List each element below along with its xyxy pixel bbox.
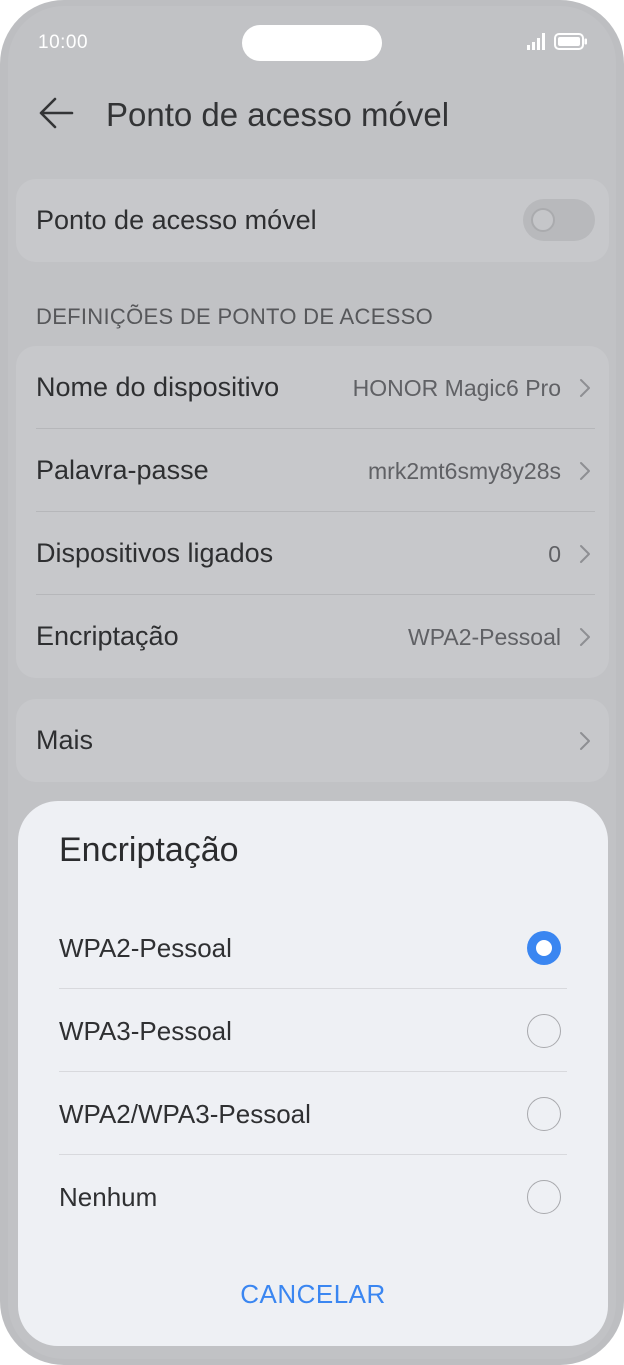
row-value: HONOR Magic6 Pro bbox=[352, 375, 561, 401]
hotspot-toggle-row[interactable]: Ponto de acesso móvel bbox=[16, 179, 609, 262]
more-row[interactable]: Mais bbox=[16, 699, 609, 782]
signal-icon bbox=[527, 33, 545, 50]
row-value: WPA2-Pessoal bbox=[408, 624, 561, 650]
hotspot-toggle[interactable] bbox=[523, 199, 595, 241]
chevron-right-icon bbox=[580, 462, 590, 480]
toggle-knob bbox=[531, 208, 555, 232]
section-title: DEFINIÇÕES DE PONTO DE ACESSO bbox=[36, 304, 434, 329]
option-label: WPA3-Pessoal bbox=[59, 1016, 232, 1046]
option-label: WPA2/WPA3-Pessoal bbox=[59, 1099, 311, 1129]
status-bar: 10:00 bbox=[8, 6, 616, 76]
more-card: Mais bbox=[16, 699, 609, 782]
radio-unselected-icon[interactable] bbox=[527, 1014, 561, 1048]
cancel-button[interactable]: CANCELAR bbox=[18, 1279, 608, 1310]
option-label: WPA2-Pessoal bbox=[59, 933, 232, 963]
chevron-right-icon bbox=[580, 732, 590, 750]
page-title: Ponto de acesso móvel bbox=[106, 96, 450, 133]
row-value: 0 bbox=[548, 541, 561, 567]
hotspot-toggle-card: Ponto de acesso móvel bbox=[16, 179, 609, 262]
encryption-row[interactable]: Encriptação WPA2-Pessoal bbox=[16, 595, 609, 678]
chevron-right-icon bbox=[580, 628, 590, 646]
option-wpa2-wpa3-personal[interactable]: WPA2/WPA3-Pessoal bbox=[18, 1072, 608, 1155]
row-label: Dispositivos ligados bbox=[36, 538, 274, 568]
row-label: Encriptação bbox=[36, 621, 179, 651]
back-arrow-icon[interactable] bbox=[36, 92, 78, 134]
app-header: Ponto de acesso móvel bbox=[8, 76, 616, 156]
radio-unselected-icon[interactable] bbox=[527, 1180, 561, 1214]
row-value: mrk2mt6smy8y28s bbox=[368, 458, 561, 484]
option-wpa3-personal[interactable]: WPA3-Pessoal bbox=[18, 989, 608, 1072]
option-label: Nenhum bbox=[59, 1182, 158, 1212]
row-label: Nome do dispositivo bbox=[36, 372, 280, 402]
status-time: 10:00 bbox=[38, 32, 89, 53]
camera-notch bbox=[242, 25, 382, 61]
settings-card: Nome do dispositivo HONOR Magic6 Pro Pal… bbox=[16, 346, 609, 678]
encryption-dialog: Encriptação WPA2-Pessoal WPA3-Pessoal WP… bbox=[18, 801, 608, 1346]
hotspot-label: Ponto de acesso móvel bbox=[36, 205, 317, 235]
phone-frame: 10:00 Ponto de acesso móvel Ponto de ace… bbox=[0, 0, 624, 1365]
password-row[interactable]: Palavra-passe mrk2mt6smy8y28s bbox=[16, 429, 609, 512]
device-name-row[interactable]: Nome do dispositivo HONOR Magic6 Pro bbox=[16, 346, 609, 429]
option-wpa2-personal[interactable]: WPA2-Pessoal bbox=[18, 906, 608, 989]
radio-selected-icon[interactable] bbox=[527, 931, 561, 965]
radio-unselected-icon[interactable] bbox=[527, 1097, 561, 1131]
chevron-right-icon bbox=[580, 545, 590, 563]
screen: 10:00 Ponto de acesso móvel Ponto de ace… bbox=[8, 6, 616, 1359]
dialog-title: Encriptação bbox=[59, 831, 239, 869]
option-none[interactable]: Nenhum bbox=[18, 1155, 608, 1238]
battery-icon bbox=[554, 33, 587, 50]
row-label: Palavra-passe bbox=[36, 455, 209, 485]
row-label: Mais bbox=[36, 725, 94, 755]
connected-devices-row[interactable]: Dispositivos ligados 0 bbox=[16, 512, 609, 595]
chevron-right-icon bbox=[580, 379, 590, 397]
